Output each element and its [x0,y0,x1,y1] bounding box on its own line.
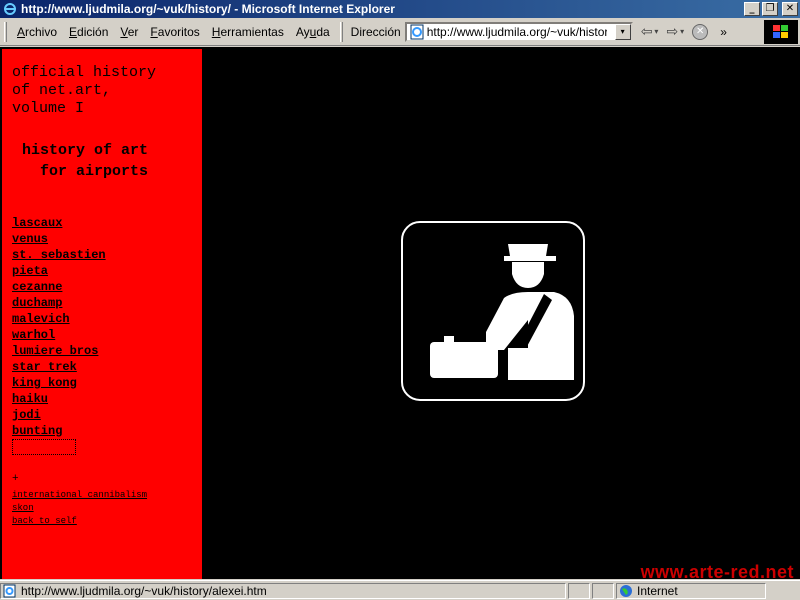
link-duchamp[interactable]: duchamp [12,296,62,310]
address-bar[interactable]: ▾ [404,21,633,42]
forward-dropdown-icon[interactable]: ▾ [680,27,684,36]
window-title: http://www.ljudmila.org/~vuk/history/ - … [21,2,395,16]
link-lascaux[interactable]: lascaux [12,216,62,230]
status-bar: http://www.ljudmila.org/~vuk/history/ale… [0,580,800,600]
section-title: history of art for airports [22,142,149,180]
menu-herramientas[interactable]: Herramientas [206,25,290,39]
extra-links: international cannibalism skon back to s… [12,489,147,528]
list-item: venus [12,231,106,247]
address-dropdown-button[interactable]: ▾ [614,23,631,40]
page-icon [410,24,424,39]
link-jodi[interactable]: jodi [12,408,41,422]
status-panel [592,582,614,599]
link-haiku[interactable]: haiku [12,392,48,406]
toolbar-grip[interactable] [4,21,7,42]
security-zone: Internet [616,582,766,599]
status-message: http://www.ljudmila.org/~vuk/history/ale… [0,582,566,599]
menu-ayuda[interactable]: Ayuda [290,25,336,39]
link-st-sebastien[interactable]: st. sebastien [12,248,106,262]
customs-officer-pictogram-icon [401,221,585,401]
address-label: Dirección [350,24,401,39]
ie-logo-icon [3,2,17,16]
link-malevich[interactable]: malevich [12,312,70,326]
zone-label: Internet [637,583,678,598]
list-item: jodi [12,407,106,423]
page-content: official history of net.art, volume I hi… [0,47,800,579]
link-king-kong[interactable]: king kong [12,376,77,390]
title-bar: http://www.ljudmila.org/~vuk/history/ - … [0,0,800,18]
link-international-cannibalism[interactable]: international cannibalism [12,490,147,500]
close-button[interactable]: ✕ [782,2,798,16]
back-dropdown-icon[interactable]: ▾ [654,27,658,36]
minimize-button[interactable]: _ [744,2,760,16]
link-lumiere-bros[interactable]: lumiere bros [12,344,98,358]
link-skon[interactable]: skon [12,503,34,513]
link-venus[interactable]: venus [12,232,48,246]
status-panel [568,582,590,599]
windows-logo-icon [764,20,798,44]
menu-ver[interactable]: Ver [114,25,144,39]
menu-favoritos[interactable]: Favoritos [144,25,205,39]
focused-link-outline[interactable] [12,439,76,455]
chapter-links: lascaux venus st. sebastien pieta cezann… [12,215,106,439]
list-item: back to self [12,515,147,528]
list-item: king kong [12,375,106,391]
globe-icon [620,584,632,597]
address-input[interactable] [426,24,607,39]
list-item: warhol [12,327,106,343]
list-item: lumiere bros [12,343,106,359]
list-item: cezanne [12,279,106,295]
page-icon [3,584,16,597]
plus-marker: + [12,473,19,485]
list-item: pieta [12,263,106,279]
link-cezanne[interactable]: cezanne [12,280,62,294]
list-item: bunting [12,423,106,439]
link-star-trek[interactable]: star trek [12,360,77,374]
link-pieta[interactable]: pieta [12,264,48,278]
back-arrow-icon[interactable]: ⇦ [641,24,653,40]
forward-arrow-icon[interactable]: ⇨ [666,24,678,40]
list-item: skon [12,502,147,515]
link-back-to-self[interactable]: back to self [12,516,77,526]
menu-archivo[interactable]: Archivo [11,25,63,39]
list-item: duchamp [12,295,106,311]
maximize-button[interactable]: ❐ [762,2,778,16]
toolbar-grip[interactable] [339,21,343,42]
menu-edicion[interactable]: Edición [63,25,114,39]
site-title: official history of net.art, volume I [12,64,157,117]
list-item: st. sebastien [12,247,106,263]
stop-icon[interactable]: ✕ [692,23,709,40]
list-item: malevich [12,311,106,327]
toolbar-chevron-icon[interactable]: » [720,25,727,39]
list-item: international cannibalism [12,489,147,502]
menu-bar: Archivo Edición Ver Favoritos Herramient… [0,18,800,46]
watermark-text: www.arte-red.net [640,562,794,582]
status-url: http://www.ljudmila.org/~vuk/history/ale… [21,583,267,598]
list-item: star trek [12,359,106,375]
link-warhol[interactable]: warhol [12,328,55,342]
link-bunting[interactable]: bunting [12,424,62,438]
list-item: lascaux [12,215,106,231]
list-item: haiku [12,391,106,407]
sidebar: official history of net.art, volume I hi… [2,49,202,579]
